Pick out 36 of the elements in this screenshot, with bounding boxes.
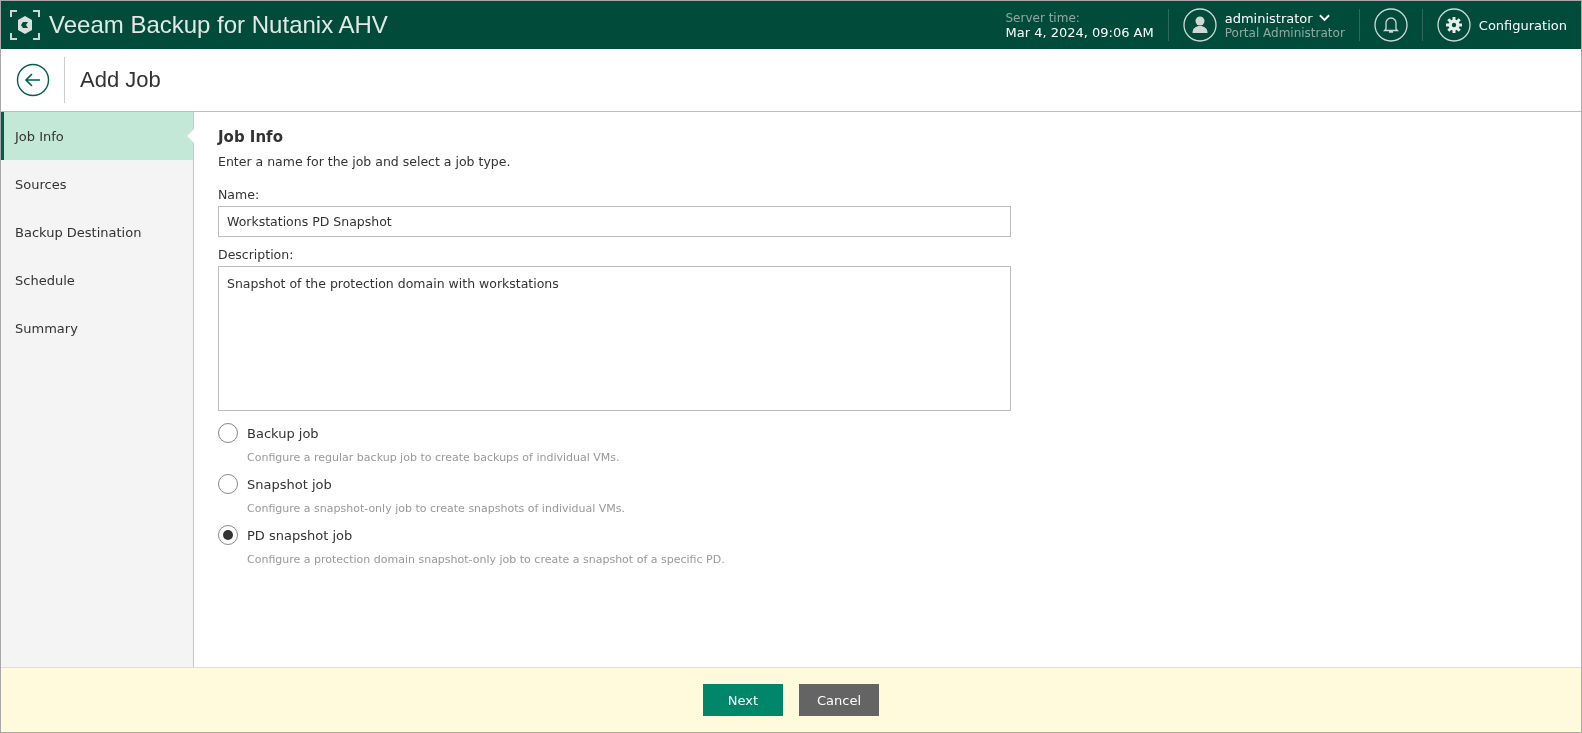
option-label[interactable]: Backup job (247, 425, 319, 441)
name-label: Name: (218, 187, 261, 202)
step-item[interactable]: Backup Destination (1, 208, 193, 256)
step-item[interactable]: Schedule (1, 256, 193, 304)
step-item[interactable]: Job Info (1, 112, 193, 160)
cancel-button[interactable]: Cancel (799, 684, 879, 716)
name-field[interactable]: Workstations PD Snapshot (218, 206, 1011, 237)
server-time: Mar 4, 2024, 09:06 AM (1005, 24, 1154, 40)
user-menu[interactable]: administrator Portal Administrator (1182, 8, 1345, 42)
server-time-label: Server time: (1005, 10, 1081, 25)
next-button[interactable]: Next (703, 684, 783, 716)
radio-button[interactable] (218, 474, 238, 494)
user-name: administrator (1224, 10, 1313, 26)
option-hint: Configure a protection domain snapshot-only job to create a snapshot of a specific PD. (247, 553, 726, 566)
section-subtitle: Enter a name for the job and select a job type. (218, 154, 512, 169)
logo-icon (9, 9, 41, 41)
settings-icon (1436, 8, 1471, 42)
step-item[interactable]: Sources (1, 160, 193, 208)
configuration-button[interactable]: Configuration (1436, 8, 1567, 42)
radio-button[interactable] (218, 525, 238, 545)
description-label: Description: (218, 247, 295, 262)
page-title: Add Job (80, 67, 161, 93)
section-title: Job Info (218, 128, 284, 146)
user-icon (1182, 8, 1217, 42)
description-field[interactable]: Snapshot of the protection domain with workstations (218, 266, 1011, 411)
option-hint: Configure a regular backup job to create backups of individual VMs. (247, 451, 621, 464)
option-label[interactable]: PD snapshot job (247, 527, 353, 543)
option-hint: Configure a snapshot-only job to create snapshots of individual VMs. (247, 502, 626, 515)
user-role: Portal Administrator (1224, 25, 1345, 40)
chevron-down-icon (1318, 14, 1330, 22)
bell-icon[interactable] (1373, 8, 1408, 42)
option-label[interactable]: Snapshot job (247, 476, 332, 492)
back-button[interactable] (16, 63, 50, 97)
radio-button[interactable] (218, 423, 238, 443)
step-item[interactable]: Summary (1, 304, 193, 352)
app-title: Veeam Backup for Nutanix AHV (49, 11, 388, 39)
